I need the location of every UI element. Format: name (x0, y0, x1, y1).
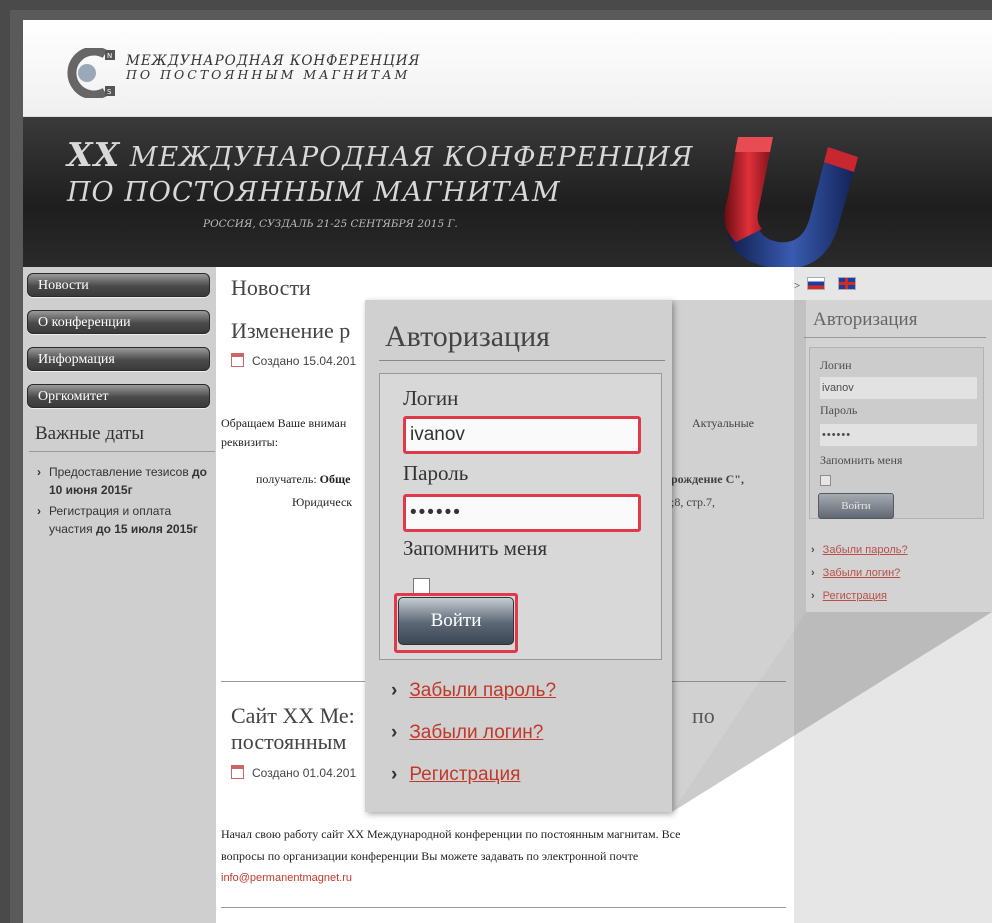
nav-item-committee[interactable]: Оргкомитет (27, 384, 210, 408)
auth-links: › Забыли пароль? › Забыли логин? › Регистра… (391, 670, 556, 796)
forgot-password-link[interactable]: Забыли пароль? (409, 680, 556, 701)
calendar-icon (231, 353, 244, 367)
left-sidebar: Новости О конференции Информация Оргкоми… (23, 267, 216, 923)
logo-line-1: МЕЖДУНАРОДНАЯ КОНФЕРЕНЦИЯ (126, 53, 421, 69)
divider (379, 360, 665, 361)
divider (221, 907, 786, 908)
register-link[interactable]: Регистрация (823, 590, 887, 602)
chevron-right-icon: › (37, 504, 41, 518)
password-input[interactable] (820, 424, 977, 446)
login-input[interactable] (820, 377, 977, 399)
remember-checkbox[interactable] (820, 475, 831, 486)
auth-links: › Забыли пароль? › Забыли логин? › Регистра… (811, 539, 908, 608)
logo-text: МЕЖДУНАРОДНАЯ КОНФЕРЕНЦИЯ ПО ПОСТОЯННЫМ … (126, 54, 420, 82)
horseshoe-magnet-icon (724, 137, 858, 267)
uk-flag-icon[interactable] (837, 277, 856, 290)
list-item: › Регистрация (811, 585, 908, 608)
article-title-tail: по (692, 703, 715, 728)
russian-flag-icon[interactable] (806, 277, 825, 290)
chevron-right-icon: › (391, 764, 398, 785)
important-dates-list: › Предоставление тезисов до 10 июня 2015… (37, 463, 217, 541)
chevron-right-icon: › (391, 722, 398, 743)
password-input[interactable]: •••••• (403, 494, 641, 532)
login-label: Логин (820, 358, 852, 372)
logo-line-2: ПО ПОСТОЯННЫМ МАГНИТАМ (126, 67, 411, 82)
svg-text:S: S (107, 88, 112, 96)
forgot-password-link[interactable]: Забыли пароль? (823, 544, 908, 556)
article-meta: Создано 01.04.201 (231, 765, 356, 780)
article-meta: Создано 15.04.201 (231, 353, 356, 368)
auth-title: Авторизация (385, 320, 550, 353)
list-item: › Забыли логин? (391, 712, 556, 754)
article-title[interactable]: Изменение р (231, 318, 350, 344)
article-text: рождение С", (671, 472, 744, 486)
banner-title-line2: ПО ПОСТОЯННЫМ МАГНИТАМ (67, 177, 561, 208)
right-sidebar: > Авторизация Логин Пароль Запомнить мен… (794, 267, 992, 923)
language-switcher: > (794, 277, 856, 292)
list-item: › Забыли пароль? (391, 670, 556, 712)
login-input[interactable]: ivanov (403, 416, 641, 454)
password-label: Пароль (403, 461, 469, 485)
login-button[interactable]: Войти (818, 493, 894, 519)
chevron-right-icon: › (391, 680, 398, 701)
article-text: реквизиты: (221, 435, 279, 449)
article-text: вопросы по организации конференции Вы мо… (221, 849, 639, 863)
login-form: Логин Пароль Запомнить меня Войти (809, 347, 984, 519)
forgot-login-link[interactable]: Забыли логин? (823, 567, 901, 579)
banner: XX МЕЖДУНАРОДНАЯ КОНФЕРЕНЦИЯ ПО ПОСТОЯНН… (23, 117, 992, 267)
nav-item-info[interactable]: Информация (27, 347, 210, 371)
login-button[interactable]: Войти (398, 597, 514, 645)
login-form: Логин ivanov Пароль •••••• Запомнить мен… (379, 373, 662, 660)
remember-label: Запомнить меня (403, 536, 548, 560)
article-date: Создано 15.04.201 (252, 354, 357, 368)
svg-text:N: N (107, 52, 112, 60)
article-text: Начал свою работу сайт XX Международной … (221, 827, 681, 841)
chevron-right-icon: › (811, 544, 815, 556)
list-item: › Предоставление тезисов до 10 июня 2015… (37, 463, 217, 499)
list-item: › Регистрация (391, 754, 556, 796)
article-text: Актуальные (692, 416, 754, 430)
forgot-login-link[interactable]: Забыли логин? (409, 722, 543, 743)
important-dates-heading: Важные даты (35, 423, 145, 444)
calendar-icon (231, 765, 244, 779)
zoomed-login-panel: Авторизация Логин ivanov Пароль •••••• З… (365, 300, 672, 812)
chevron-right-icon: › (37, 465, 41, 479)
magnet-logo-icon[interactable]: N S (65, 48, 119, 98)
login-label: Логин (403, 386, 459, 410)
auth-title: Авторизация (813, 309, 918, 330)
article-date: Создано 01.04.201 (252, 766, 357, 780)
list-item: › Забыли логин? (811, 562, 908, 585)
chevron-right-icon: › (811, 590, 815, 602)
nav-item-about[interactable]: О конференции (27, 310, 210, 334)
article-text: Обращаем Ваше вниман (221, 416, 347, 430)
divider (804, 337, 986, 338)
register-link[interactable]: Регистрация (409, 764, 520, 785)
nav-item-news[interactable]: Новости (27, 273, 210, 297)
banner-location: РОССИЯ, СУЗДАЛЬ 21-25 СЕНТЯБРЯ 2015 Г. (203, 218, 458, 230)
chevron-right-icon: > (794, 280, 801, 292)
remember-label: Запомнить меня (820, 453, 903, 467)
list-item: › Регистрация и оплата участия до 15 июл… (37, 502, 217, 538)
page-title: Новости (231, 275, 311, 300)
divider (29, 451, 215, 452)
logo-bar: N S МЕЖДУНАРОДНАЯ КОНФЕРЕНЦИЯ ПО ПОСТОЯН… (23, 20, 992, 117)
banner-line1-text: МЕЖДУНАРОДНАЯ КОНФЕРЕНЦИЯ (120, 142, 694, 173)
date-item-text: Предоставление тезисов (49, 465, 189, 479)
article-text: ;8, стр.7, (671, 495, 716, 509)
date-item-deadline: до 15 июля 2015г (95, 522, 198, 536)
chevron-right-icon: › (811, 567, 815, 579)
password-label: Пароль (820, 403, 858, 417)
article-text: Юридическ (292, 495, 353, 509)
list-item: › Забыли пароль? (811, 539, 908, 562)
banner-title-line1: XX МЕЖДУНАРОДНАЯ КОНФЕРЕНЦИЯ (67, 135, 694, 174)
email-link[interactable]: info@permanentmagnet.ru (221, 869, 352, 888)
article-text: получатель: Обще (256, 472, 351, 486)
banner-xx: XX (67, 135, 121, 174)
